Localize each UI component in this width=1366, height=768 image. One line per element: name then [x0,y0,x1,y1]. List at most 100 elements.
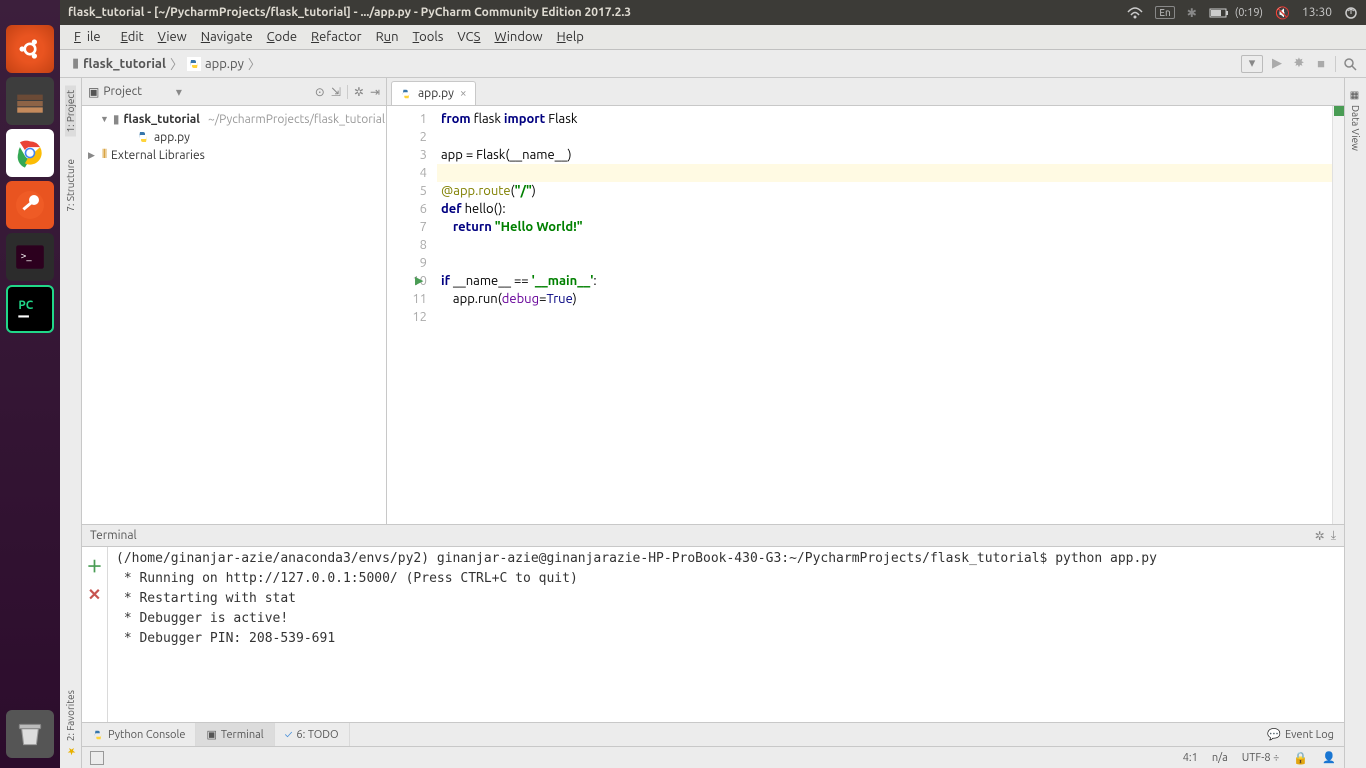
terminal-icon: ▣ [206,728,216,741]
breadcrumb-root[interactable]: ▮ flask_tutorial [68,56,170,71]
close-icon[interactable]: × [460,87,467,100]
hide-panel-icon[interactable]: ⤓ [1331,529,1336,543]
grid-icon: ▦ [1350,90,1361,101]
python-file-icon [187,57,201,71]
svg-text:>_: >_ [20,250,32,262]
system-indicators: En ✱ (0:19) 🔇 13:30 [1127,6,1358,20]
menu-run[interactable]: Run [370,28,405,46]
menu-tools[interactable]: Tools [407,28,450,46]
menu-window[interactable]: Window [488,28,548,46]
bluetooth-icon[interactable]: ✱ [1187,6,1197,20]
power-icon[interactable] [1344,6,1358,20]
menu-view[interactable]: View [152,28,193,46]
project-tree[interactable]: ▼ ▮ flask_tutorial ~/PycharmProjects/fla… [82,106,386,524]
terminal-output[interactable]: (/home/ginanjar-azie/anaconda3/envs/py2)… [108,547,1344,722]
tree-file-app-py[interactable]: app.py [82,128,386,146]
event-log-tab[interactable]: 💬 Event Log [1257,728,1344,741]
search-icon[interactable] [1342,56,1358,72]
terminal-tab[interactable]: ▣ Terminal [196,723,274,746]
battery-indicator[interactable]: (0:19) [1209,7,1263,19]
run-gutter-icon[interactable]: ▶ [415,272,423,290]
code-area[interactable]: from flask import Flaskapp = Flask(__nam… [437,106,1332,524]
stop-button-icon[interactable]: ■ [1313,56,1329,72]
python-file-icon [136,130,150,144]
unity-launcher: >_ PC [0,0,60,768]
hector-icon[interactable]: 👤 [1322,751,1336,764]
menu-code[interactable]: Code [261,28,303,46]
data-view-tab[interactable]: ▦ Data View [1350,86,1361,155]
breadcrumb-file[interactable]: app.py [183,57,248,71]
project-panel-header: ▣ Project ▾ ⊙ ⇲ ✲ ⇥ [82,78,386,106]
gear-icon[interactable]: ✲ [1315,529,1325,543]
system-top-bar: flask_tutorial - [~/PycharmProjects/flas… [60,0,1366,25]
menu-edit[interactable]: Edit [115,28,150,46]
collapse-all-icon[interactable]: ⇲ [331,85,341,99]
run-config-dropdown[interactable]: ▾ [1241,55,1263,73]
chevron-right-icon: 〉 [170,54,183,73]
folder-icon: ▮ [72,56,79,71]
clock[interactable]: 13:30 [1302,6,1332,19]
tool-windows-button[interactable] [90,751,104,765]
cursor-position[interactable]: 4:1 [1183,752,1198,764]
navigation-bar: ▮ flask_tutorial 〉 app.py 〉 ▾ ▶ ✸ ■ [60,50,1366,78]
structure-tool-tab[interactable]: 7: Structure [65,155,76,216]
editor-tab-app-py[interactable]: app.py × [391,81,476,105]
close-session-button[interactable]: ✕ [88,585,101,604]
project-panel-title: Project [103,85,142,98]
debug-button-icon[interactable]: ✸ [1291,56,1307,72]
file-encoding[interactable]: UTF-8 ÷ [1242,752,1280,764]
ubuntu-dash-icon[interactable] [6,25,54,73]
editor-panel: app.py × 123456789101112 from flask impo… [387,78,1344,524]
insert-mode[interactable]: n/a [1212,752,1228,764]
project-tool-tab[interactable]: 1: Project [65,86,76,137]
status-bar: 4:1 n/a UTF-8 ÷ 🔒 👤 [82,746,1344,768]
todo-icon: ✓ [285,729,293,741]
menu-vcs[interactable]: VCS [451,28,486,46]
breadcrumb-root-label: flask_tutorial [83,57,166,71]
scroll-to-source-icon[interactable]: ⊙ [315,85,325,99]
project-panel-icon: ▣ [88,85,99,99]
left-tool-tabs: 1: Project 7: Structure ★2: Favorites [60,78,82,768]
files-icon[interactable] [6,77,54,125]
menu-refactor[interactable]: Refactor [305,28,368,46]
gear-icon[interactable]: ✲ [354,85,364,99]
inspection-ok-icon [1334,106,1344,116]
terminal-launcher-icon[interactable]: >_ [6,233,54,281]
python-file-icon [400,88,412,100]
new-session-button[interactable]: ＋ [86,553,102,577]
ide-body: 1: Project 7: Structure ★2: Favorites ▣ … [60,78,1366,768]
pycharm-launcher-icon[interactable]: PC [6,285,54,333]
keyboard-indicator[interactable]: En [1155,6,1174,19]
chevron-down-icon[interactable]: ▾ [176,85,182,99]
postman-icon[interactable] [6,181,54,229]
menu-file[interactable]: File [68,28,113,46]
main-area: flask_tutorial - [~/PycharmProjects/flas… [60,0,1366,768]
code-editor[interactable]: 123456789101112 from flask import Flaska… [387,106,1344,524]
run-button-icon[interactable]: ▶ [1269,56,1285,72]
chrome-icon[interactable] [6,129,54,177]
tree-project-root[interactable]: ▼ ▮ flask_tutorial ~/PycharmProjects/fla… [82,110,386,128]
window-title: flask_tutorial - [~/PycharmProjects/flas… [68,6,1127,19]
favorites-tool-tab[interactable]: ★2: Favorites [65,686,76,760]
marker-bar[interactable] [1332,106,1344,524]
trash-icon[interactable] [6,710,54,758]
menu-navigate[interactable]: Navigate [195,28,259,46]
menu-help[interactable]: Help [551,28,590,46]
project-tool-window: ▣ Project ▾ ⊙ ⇲ ✲ ⇥ [82,78,387,524]
todo-tab[interactable]: ✓ 6: TODO [275,723,350,746]
bottom-tool-tabs: Python Console ▣ Terminal ✓ 6: TODO 💬 Ev… [82,722,1344,746]
tree-external-libraries[interactable]: ▶ ⫴ External Libraries [82,146,386,164]
wifi-icon[interactable] [1127,7,1143,19]
line-number-gutter: 123456789101112 [387,106,437,524]
terminal-tool-window: Terminal ✲ ⤓ ＋ ✕ (/home/ginanjar-azie/an… [82,524,1344,722]
chevron-right-icon: 〉 [248,54,261,73]
hide-panel-icon[interactable]: ⇥ [370,85,380,99]
library-icon: ⫴ [102,148,107,162]
volume-icon[interactable]: 🔇 [1275,6,1290,20]
terminal-side-toolbar: ＋ ✕ [82,547,108,722]
breadcrumb-file-label: app.py [205,57,244,71]
lock-icon[interactable]: 🔒 [1293,751,1308,765]
terminal-header: Terminal ✲ ⤓ [82,525,1344,547]
svg-text:PC: PC [18,299,33,312]
python-console-tab[interactable]: Python Console [82,723,196,746]
